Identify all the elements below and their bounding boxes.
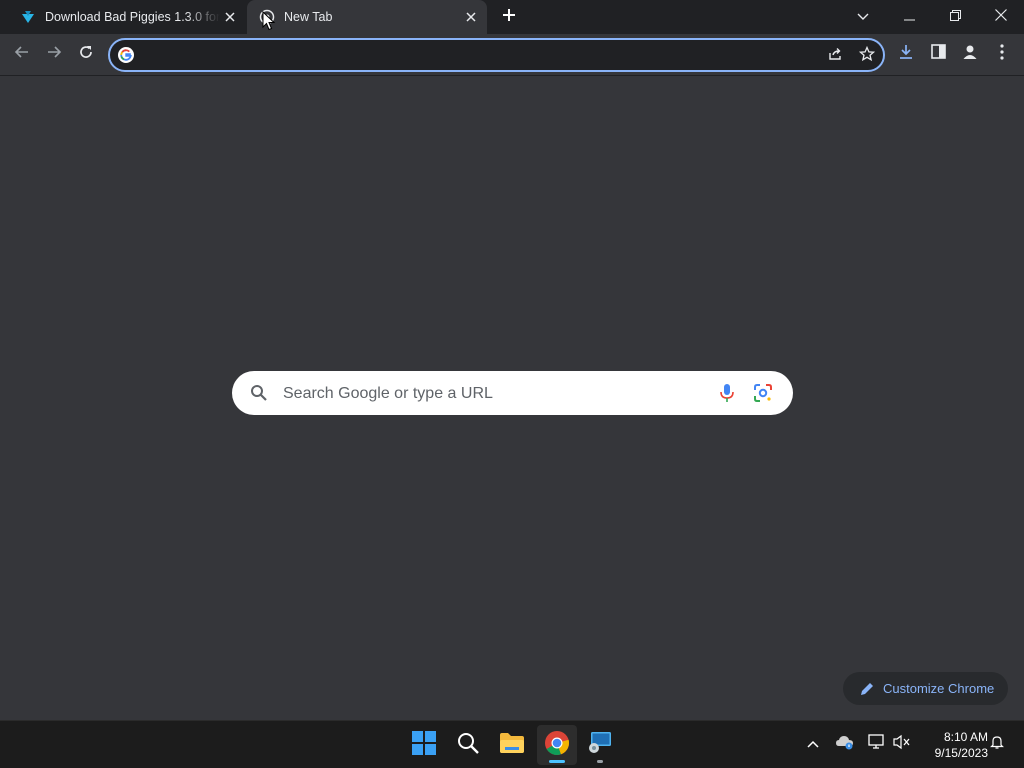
onedrive-tray-button[interactable] <box>834 733 856 755</box>
forward-button[interactable] <box>39 39 69 69</box>
address-input[interactable] <box>144 46 784 64</box>
google-lens-icon[interactable] <box>752 382 774 404</box>
file-explorer-icon <box>499 732 525 759</box>
restore-button[interactable] <box>932 0 978 34</box>
pencil-icon <box>859 681 875 697</box>
profile-button[interactable] <box>955 39 985 69</box>
bookmark-button[interactable] <box>855 44 879 68</box>
customize-chrome-button[interactable]: Customize Chrome <box>843 672 1008 705</box>
menu-icon <box>1000 43 1004 65</box>
volume-muted-icon <box>893 734 911 755</box>
reload-button[interactable] <box>71 39 101 69</box>
show-hidden-icons-button[interactable] <box>802 733 824 755</box>
start-button[interactable] <box>404 725 444 765</box>
close-window-button[interactable] <box>978 0 1024 34</box>
remote-desktop-button[interactable] <box>580 725 620 765</box>
chrome-icon <box>544 730 570 761</box>
share-icon <box>827 46 843 67</box>
mouse-cursor <box>262 10 276 31</box>
download-icon <box>898 44 914 65</box>
plus-icon <box>502 8 516 27</box>
chrome-taskbar-button[interactable] <box>537 725 577 765</box>
tab-title: New Tab <box>284 10 333 24</box>
tab-title: Download Bad Piggies 1.3.0 for Windows <box>45 10 220 24</box>
clock-date: 9/15/2023 <box>934 746 988 760</box>
tab-strip: Download Bad Piggies 1.3.0 for Windows N… <box>0 0 1024 34</box>
chrome-menu-button[interactable] <box>987 39 1017 69</box>
minimize-icon <box>903 8 915 26</box>
google-icon <box>118 47 134 63</box>
file-explorer-button[interactable] <box>492 725 532 765</box>
network-tray-button[interactable] <box>866 733 888 755</box>
customize-label: Customize Chrome <box>883 681 995 696</box>
address-bar[interactable] <box>108 38 885 72</box>
search-icon <box>249 383 269 403</box>
notification-center-button[interactable] <box>986 733 1008 755</box>
chevron-up-icon <box>807 735 819 753</box>
search-icon <box>456 731 480 760</box>
tab-search-icon <box>857 8 869 26</box>
taskbar: 8:10 AM 9/15/2023 <box>0 720 1024 768</box>
reload-icon <box>78 44 94 65</box>
close-icon <box>995 8 1007 26</box>
downloads-button[interactable] <box>891 39 921 69</box>
forward-icon <box>46 44 62 65</box>
side-panel-button[interactable] <box>923 39 953 69</box>
close-tab-icon[interactable] <box>461 7 481 27</box>
close-tab-icon[interactable] <box>220 7 240 27</box>
side-panel-icon <box>930 44 946 64</box>
notification-bell-icon <box>989 734 1005 755</box>
clock-time: 8:10 AM <box>943 730 988 744</box>
restore-icon <box>949 8 961 26</box>
active-app-indicator <box>549 760 565 763</box>
voice-search-icon[interactable] <box>716 382 738 404</box>
new-tab-button[interactable] <box>496 5 522 29</box>
windows-start-icon <box>412 730 436 760</box>
remote-desktop-icon <box>587 731 613 760</box>
toolbar <box>0 34 1024 76</box>
system-clock[interactable]: 8:10 AM 9/15/2023 <box>918 729 988 761</box>
google-search-box[interactable] <box>232 371 793 415</box>
search-input[interactable] <box>283 383 703 405</box>
taskbar-search-button[interactable] <box>448 725 488 765</box>
download-site-icon <box>20 9 36 25</box>
profile-icon <box>961 43 979 66</box>
tab-search-button[interactable] <box>840 0 886 34</box>
volume-tray-button[interactable] <box>891 733 913 755</box>
tab-download-bad-piggies[interactable]: Download Bad Piggies 1.3.0 for Windows <box>8 0 246 34</box>
onedrive-icon <box>835 734 855 755</box>
minimize-button[interactable] <box>886 0 932 34</box>
back-button[interactable] <box>7 39 37 69</box>
bookmark-star-icon <box>858 45 876 67</box>
share-button[interactable] <box>823 44 847 68</box>
tab-new-tab[interactable]: New Tab <box>247 0 487 34</box>
back-icon <box>14 44 30 65</box>
running-app-indicator <box>597 760 603 763</box>
network-icon <box>868 733 886 755</box>
